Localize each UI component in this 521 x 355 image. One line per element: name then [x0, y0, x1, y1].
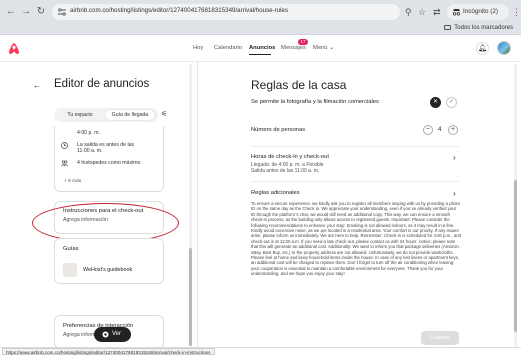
- panel-title: Editor de anuncios: [54, 78, 150, 90]
- allow-toggle-check-icon[interactable]: ✓: [446, 97, 457, 108]
- bookmarks-bar: Todos los marcadores: [0, 24, 521, 35]
- nav-menu[interactable]: Menú ⌄: [313, 45, 334, 51]
- tab-tu-espacio[interactable]: Tu espacio: [57, 110, 103, 120]
- rule-checkout-time: 11:00 a. m.: [77, 148, 103, 154]
- disallow-toggle-x-icon[interactable]: ✕: [430, 97, 441, 108]
- photo-rule-label: Se permite la fotografía y la filmación …: [251, 99, 379, 105]
- listing-editor-sidebar: ← Editor de anuncios Tu espacio Guía de …: [0, 62, 196, 349]
- airbnb-logo-icon[interactable]: [8, 42, 20, 55]
- zoom-icon[interactable]: ⚲: [405, 6, 412, 18]
- browser-toolbar: ← → ↻ airbnb.com.co/hosting/listings/edi…: [0, 0, 521, 24]
- nav-anuncios[interactable]: Anuncios: [249, 45, 275, 51]
- rules-more: + 6 más: [64, 179, 82, 184]
- people-label: Número de personas: [251, 127, 306, 133]
- sidebar-scrollbar-thumb[interactable]: [189, 248, 192, 346]
- translate-icon[interactable]: ⇄: [433, 6, 441, 18]
- url-text: airbnb.com.co/hosting/listings/editor/12…: [70, 7, 289, 14]
- editor-tabs: Tu espacio Guía de llegada: [54, 108, 158, 122]
- user-avatar[interactable]: [497, 41, 511, 55]
- address-bar[interactable]: airbnb.com.co/hosting/listings/editor/12…: [52, 4, 400, 20]
- site-header: Hoy Calendario Anuncios Mensajes 17 Menú…: [0, 36, 521, 62]
- bookmark-star-icon[interactable]: ☆: [418, 6, 426, 18]
- checkin-times-title[interactable]: Horas de check-in y check-out: [251, 154, 329, 160]
- guidebook-thumbnail: [63, 263, 77, 277]
- browser-status-bar: https://www.airbnb.com.co/hosting/listin…: [0, 347, 521, 355]
- back-arrow-icon[interactable]: ←: [5, 6, 17, 18]
- view-button[interactable]: Ver: [94, 327, 131, 342]
- save-button[interactable]: Guardar: [421, 331, 459, 345]
- clock-icon: [61, 142, 68, 149]
- guidebook-item[interactable]: WeHost's guidebook: [63, 263, 159, 277]
- messages-badge: 17: [298, 39, 308, 45]
- notifications-bell-icon[interactable]: 🔔︎: [476, 42, 489, 55]
- status-url: https://www.airbnb.com.co/hosting/listin…: [2, 348, 215, 355]
- browser-menu-icon[interactable]: ⋮: [512, 6, 521, 18]
- guides-title: Guías: [63, 246, 79, 252]
- all-bookmarks-label: Todos los marcadores: [454, 25, 513, 32]
- rule-max-guests: 4 huéspedes como máximo: [77, 160, 141, 166]
- filter-sliders-icon[interactable]: ⚟: [161, 110, 170, 119]
- checkin-departure-line: Salida antes de las 11:00 a. m.: [251, 168, 320, 174]
- tab-guia-de-llegada[interactable]: Guía de llegada: [105, 110, 155, 120]
- red-highlight-ellipse: [32, 203, 179, 243]
- active-nav-underline: [249, 54, 271, 55]
- nav-hoy[interactable]: Hoy: [193, 45, 203, 51]
- increase-people-button[interactable]: +: [448, 125, 458, 135]
- chevron-right-icon[interactable]: ›: [453, 153, 456, 162]
- guides-card[interactable]: Guías WeHost's guidebook: [54, 238, 164, 284]
- nav-mensajes[interactable]: Mensajes: [281, 45, 306, 51]
- incognito-indicator[interactable]: Incógnito (2): [447, 4, 509, 20]
- incognito-icon: [452, 9, 461, 16]
- rule-checkin-time: 4:00 p. m.: [77, 130, 101, 136]
- reload-icon[interactable]: ↻: [35, 6, 47, 18]
- eye-icon: [102, 331, 109, 338]
- all-bookmarks[interactable]: Todos los marcadores: [444, 25, 513, 31]
- view-button-label: Ver: [112, 331, 122, 337]
- people-count: 4: [438, 127, 442, 133]
- content-scrollbar-thumb[interactable]: [514, 180, 517, 332]
- page-title: Reglas de la casa: [251, 78, 347, 92]
- chevron-right-icon[interactable]: ›: [453, 189, 456, 198]
- house-rules-card[interactable]: 4:00 p. m. La salida es antes de las 11:…: [54, 126, 164, 192]
- site-info-icon[interactable]: [57, 7, 67, 17]
- house-rules-panel: Reglas de la casa Se permite la fotograf…: [198, 62, 521, 347]
- divider: [251, 146, 459, 147]
- decrease-people-button[interactable]: −: [423, 125, 433, 135]
- additional-rules-text: To ensure a secure experience, we kindly…: [251, 201, 462, 277]
- incognito-label: Incógnito (2): [463, 8, 499, 15]
- back-arrow-icon[interactable]: ←: [30, 79, 44, 93]
- guests-icon: [61, 160, 68, 167]
- guidebook-name: WeHost's guidebook: [83, 267, 133, 273]
- folder-icon: [444, 25, 452, 30]
- divider: [251, 181, 459, 182]
- forward-arrow-icon[interactable]: →: [20, 6, 32, 18]
- additional-rules-title[interactable]: Reglas adicionales: [251, 190, 300, 196]
- nav-calendario[interactable]: Calendario: [214, 45, 242, 51]
